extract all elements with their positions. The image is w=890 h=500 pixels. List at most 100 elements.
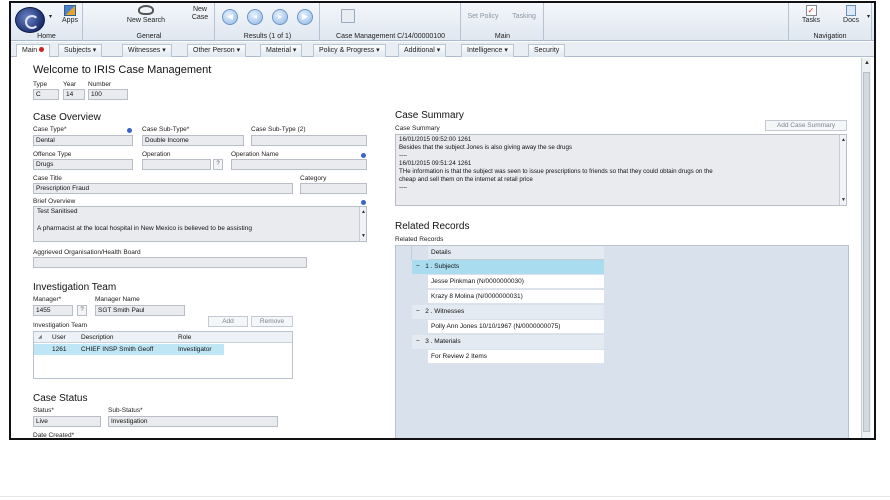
scroll-up-icon[interactable]: ▲	[864, 60, 870, 66]
main-group-label: Main	[494, 33, 511, 40]
active-indicator-icon	[39, 47, 45, 52]
group-row-subjects[interactable]: − 1 . Subjects	[412, 260, 604, 274]
first-record-icon[interactable]: ◀	[222, 9, 238, 25]
tasks-icon: ✓	[805, 5, 817, 16]
last-record-icon[interactable]: ▶	[297, 9, 313, 25]
grid-header-row: ◢ User Description Role	[34, 332, 292, 343]
docs-button[interactable]: Docs	[837, 5, 865, 25]
app-logo-icon[interactable]	[15, 7, 45, 33]
case-management-group-label: Case Management C/14/00000100	[336, 33, 445, 40]
offence-type-field[interactable]: Drugs	[33, 159, 133, 170]
tab-bar: Main Subjects ▾ Witnesses ▾ Other Person…	[11, 42, 874, 57]
substatus-field[interactable]: Investigation	[108, 416, 278, 427]
brief-overview-label: Brief Overview	[33, 198, 76, 205]
case-type-label: Case Type*	[33, 126, 67, 133]
cell-description: CHIEF INSP Smith Geoff	[81, 346, 154, 353]
type-label: Type	[33, 81, 48, 88]
ribbon-group-navigation: ✓ Tasks Docs Navigation	[788, 3, 872, 41]
related-records-grid: Details − 1 . Subjects Jesse Pinkman (N/…	[395, 245, 849, 438]
tab-additional[interactable]: Additional ▾	[398, 44, 447, 57]
aggrieved-field[interactable]	[33, 257, 307, 268]
list-item[interactable]: Jesse Pinkman (N/0000000030)	[428, 275, 604, 289]
year-field[interactable]: 14	[63, 89, 85, 100]
add-case-summary-button[interactable]: Add Case Summary	[765, 120, 847, 131]
ribbon-menu-chevron-icon[interactable]: ▾	[867, 13, 870, 21]
column-user[interactable]: User	[52, 332, 66, 343]
info-icon[interactable]	[127, 128, 132, 133]
case-summary-textarea[interactable]: 16/01/2015 09:52:00 1261 Besides that th…	[395, 134, 847, 206]
operation-field[interactable]	[142, 159, 211, 170]
case-subtype2-label: Case Sub-Type (2)	[251, 126, 306, 133]
ribbon-group-results: ◀ ◂ ▸ ▶ Results (1 of 1)	[216, 3, 320, 41]
manager-name-field[interactable]: SGT Smith Paul	[95, 305, 185, 316]
cell-role: Investigator	[178, 346, 212, 353]
group-row-witnesses[interactable]: − 2 . Witnesses	[412, 305, 604, 319]
tasks-button[interactable]: ✓ Tasks	[797, 5, 825, 25]
operation-name-label: Operation Name	[231, 151, 279, 158]
tab-intelligence[interactable]: Intelligence ▾	[461, 44, 514, 57]
status-field[interactable]: Live	[33, 416, 101, 427]
manager-lookup-button[interactable]: ?	[77, 305, 87, 316]
textarea-scrollbar[interactable]: ▲ ▼	[359, 207, 366, 241]
case-summary-label: Case Summary	[395, 125, 440, 132]
case-subtype2-field[interactable]	[251, 135, 367, 146]
summary-line: cheap and sell them on the internet at r…	[399, 176, 533, 183]
new-search-button[interactable]: New Search	[124, 5, 168, 25]
number-field[interactable]: 100	[88, 89, 128, 100]
cell-user: 1261	[52, 346, 67, 353]
related-records-label: Related Records	[395, 236, 444, 243]
docs-icon	[846, 5, 856, 16]
textarea-scrollbar[interactable]: ▲ ▼	[839, 135, 846, 205]
tab-policy-progress[interactable]: Policy & Progress ▾	[313, 44, 386, 57]
table-row[interactable]: 1261 CHIEF INSP Smith Geoff Investigator	[34, 344, 224, 355]
previous-record-icon[interactable]: ◂	[247, 9, 263, 25]
case-subtype-field[interactable]: Double Income	[142, 135, 244, 146]
number-label: Number	[88, 81, 112, 88]
manager-field[interactable]: 1455	[33, 305, 73, 316]
tab-security[interactable]: Security	[528, 44, 566, 57]
case-title-field[interactable]: Prescription Fraud	[33, 183, 293, 194]
save-icon[interactable]	[341, 9, 355, 23]
case-type-field[interactable]: Dental	[33, 135, 133, 146]
list-item[interactable]: For Review 2 Items	[428, 350, 604, 364]
page-scrollbar[interactable]: ▲	[861, 58, 871, 438]
column-details[interactable]: Details	[428, 246, 604, 260]
type-field[interactable]: C	[33, 89, 59, 100]
case-status-heading: Case Status	[33, 393, 88, 404]
tab-other-person[interactable]: Other Person ▾	[187, 44, 247, 57]
scrollbar-thumb[interactable]	[863, 72, 870, 432]
next-record-icon[interactable]: ▸	[272, 9, 288, 25]
list-item[interactable]: Polly Ann Jones 10/10/1967 (N/0000000075…	[428, 320, 604, 334]
tasking-button[interactable]: Tasking	[506, 13, 542, 21]
operation-lookup-button[interactable]: ?	[213, 159, 223, 170]
tab-material[interactable]: Material ▾	[260, 44, 303, 57]
app-window: ▾ Apps Home New Search New Case General …	[9, 1, 876, 440]
brief-overview-textarea[interactable]: Test Sanitised A pharmacist at the local…	[33, 206, 367, 242]
apps-button[interactable]: Apps	[58, 5, 82, 25]
column-role[interactable]: Role	[178, 332, 191, 343]
info-icon[interactable]	[361, 200, 366, 205]
list-item[interactable]: Krazy 8 Molina (N/0000000031)	[428, 290, 604, 304]
collapse-icon[interactable]: −	[416, 308, 420, 315]
group-row-materials[interactable]: − 3 . Materials	[412, 335, 604, 349]
case-title-label: Case Title	[33, 175, 62, 182]
app-menu-chevron-icon[interactable]: ▾	[49, 13, 52, 21]
operation-name-field[interactable]	[231, 159, 367, 170]
new-search-icon	[138, 5, 154, 15]
collapse-icon[interactable]: −	[416, 263, 420, 270]
tab-subjects[interactable]: Subjects ▾	[58, 44, 103, 57]
info-icon[interactable]	[361, 153, 366, 158]
collapse-icon[interactable]: −	[416, 338, 420, 345]
case-subtype-label: Case Sub-Type*	[142, 126, 190, 133]
remove-team-member-button[interactable]: Remove	[251, 316, 293, 327]
set-policy-button[interactable]: Set Policy	[462, 13, 504, 21]
column-description[interactable]: Description	[81, 332, 114, 343]
category-field[interactable]	[300, 183, 367, 194]
apps-icon	[64, 5, 76, 16]
add-team-member-button[interactable]: Add	[208, 316, 248, 327]
new-case-button[interactable]: New Case	[185, 6, 215, 22]
tab-main[interactable]: Main	[16, 44, 51, 57]
aggrieved-label: Aggrieved Organisation/Health Board	[33, 249, 141, 256]
docs-label: Docs	[843, 17, 859, 24]
tab-witnesses[interactable]: Witnesses ▾	[122, 44, 172, 57]
